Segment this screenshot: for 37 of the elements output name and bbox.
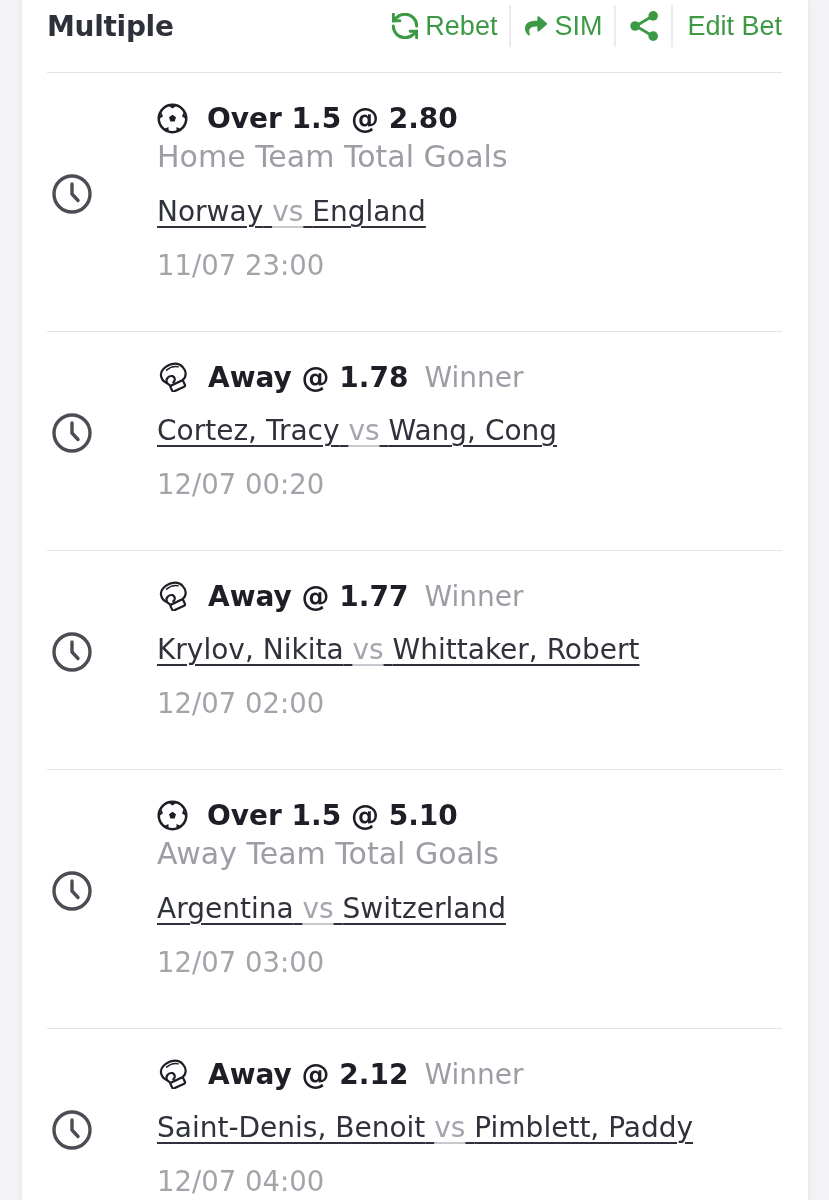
market-text: Winner bbox=[424, 579, 524, 613]
market-text: Away Team Total Goals bbox=[157, 835, 500, 873]
clock-icon bbox=[52, 871, 92, 911]
selection-odds-text: Over 1.5 @ 5.10 bbox=[207, 798, 458, 832]
match-link[interactable]: Cortez, Tracy vs Wang, Cong bbox=[157, 411, 558, 451]
edit-bet-button[interactable]: Edit Bet bbox=[673, 5, 782, 47]
market-text: Winner bbox=[424, 1057, 524, 1091]
kickoff-date-text: 12/07 03:00 bbox=[157, 946, 326, 978]
forward-arrow-icon bbox=[525, 16, 548, 36]
sim-button[interactable]: SIM bbox=[511, 5, 615, 47]
selection-odds-text: Away @ 2.12 bbox=[208, 1057, 409, 1091]
kickoff-date-text: 11/07 23:00 bbox=[157, 249, 326, 281]
match-link[interactable]: Argentina vs Switzerland bbox=[157, 889, 506, 929]
clock-icon bbox=[52, 174, 92, 214]
share-icon bbox=[630, 10, 660, 42]
kickoff-date-text: 12/07 02:00 bbox=[157, 687, 326, 719]
refresh-icon bbox=[392, 13, 419, 39]
football-icon bbox=[157, 102, 188, 134]
boxing-glove-icon bbox=[157, 1059, 189, 1089]
selection-odds-text: Away @ 1.78 bbox=[208, 360, 409, 394]
match-link[interactable]: Krylov, Nikita vs Whittaker, Robert bbox=[157, 630, 640, 670]
match-link[interactable]: Norway vs England bbox=[157, 192, 426, 232]
boxing-glove-icon bbox=[157, 362, 189, 392]
bet-type-title: Multiple bbox=[47, 9, 174, 43]
market-text: Home Team Total Goals bbox=[157, 138, 508, 176]
boxing-glove-icon bbox=[157, 581, 189, 611]
selection-odds-text: Away @ 1.77 bbox=[208, 579, 409, 613]
match-link[interactable]: Saint-Denis, Benoit vs Pimblett, Paddy bbox=[157, 1108, 694, 1148]
selection-odds-text: Over 1.5 @ 2.80 bbox=[207, 101, 458, 135]
rebet-button[interactable]: Rebet bbox=[392, 5, 510, 47]
clock-icon bbox=[52, 1110, 92, 1150]
football-icon bbox=[157, 799, 188, 831]
kickoff-date-text: 12/07 00:20 bbox=[157, 468, 326, 500]
market-text: Winner bbox=[424, 360, 524, 394]
clock-icon bbox=[52, 413, 92, 453]
clock-icon bbox=[52, 632, 92, 672]
kickoff-date-text: 12/07 04:00 bbox=[157, 1165, 326, 1197]
